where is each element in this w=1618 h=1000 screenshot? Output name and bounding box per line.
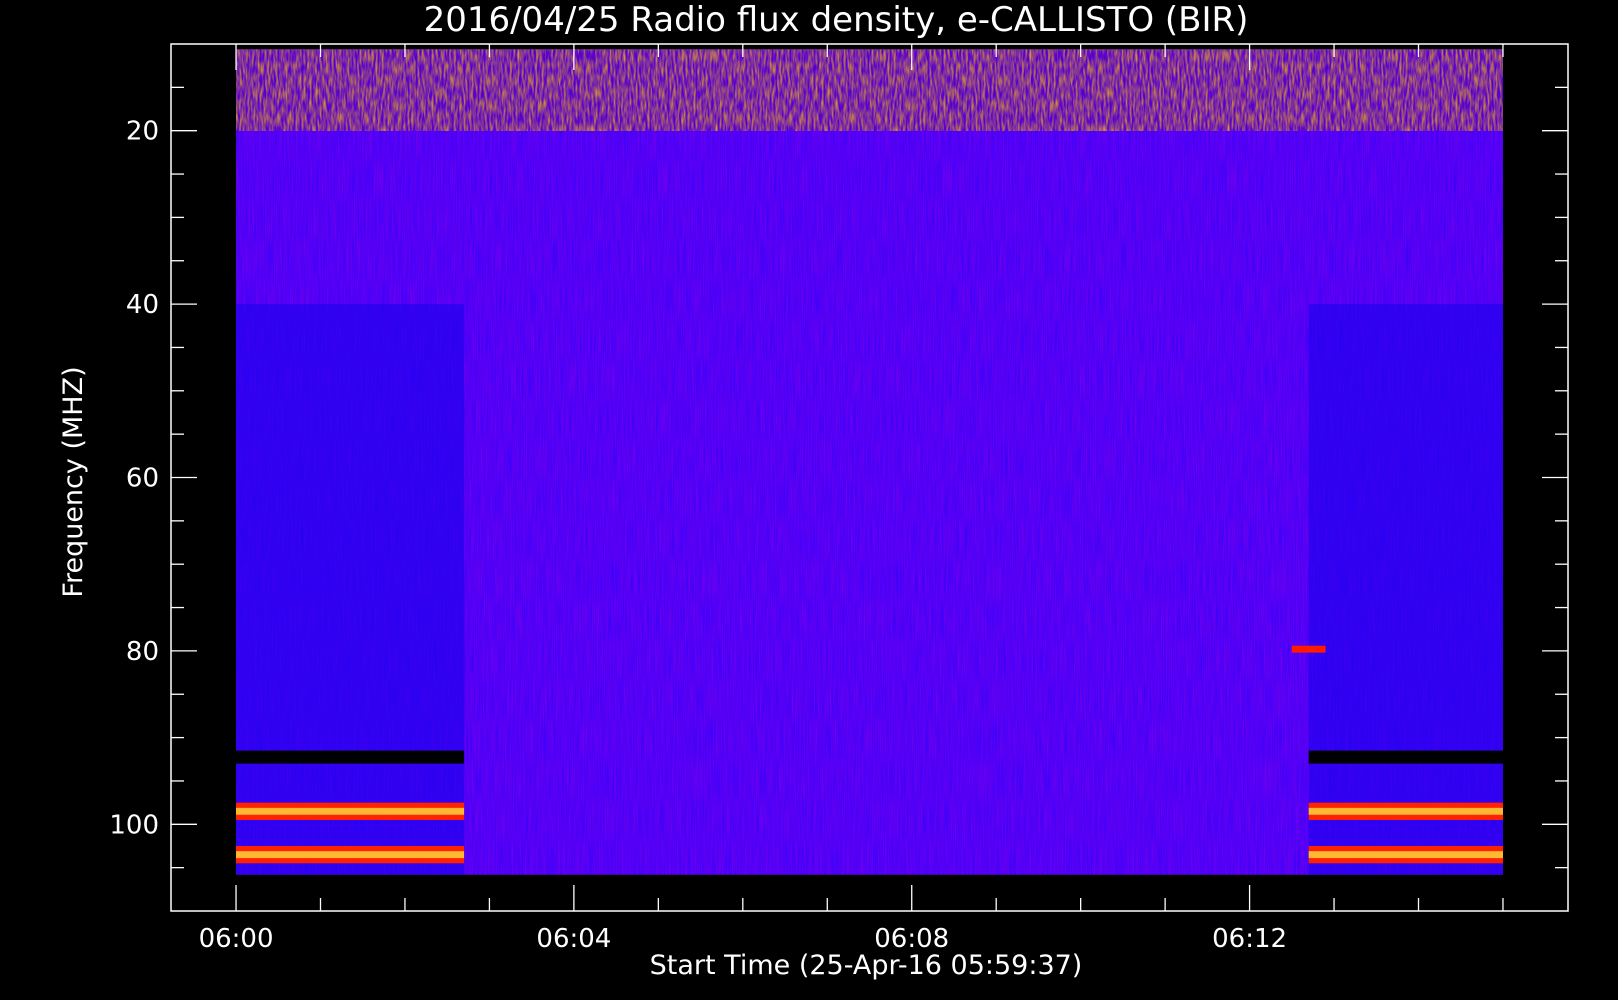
- spectrogram-feature: [236, 851, 465, 859]
- y-tick-label: 20: [126, 117, 159, 147]
- spectrogram-chart: 2016/04/25 Radio flux density, e-CALLIST…: [58, 0, 1569, 981]
- x-tick-label: 06:04: [536, 924, 611, 954]
- spectrogram-feature: [236, 44, 1503, 50]
- y-tick-label: 80: [126, 637, 159, 667]
- spectrogram-feature: [236, 44, 1503, 131]
- spectrogram-feature: [1308, 807, 1503, 815]
- heatmap-plot-area: [236, 44, 1503, 875]
- x-axis-label: Start Time (25-Apr-16 05:59:37): [650, 950, 1083, 981]
- y-tick-label: 40: [126, 290, 159, 320]
- spectrogram-feature: [1308, 851, 1503, 859]
- spectrogram-feature: [236, 807, 465, 815]
- y-tick-label: 60: [126, 464, 159, 494]
- x-tick-label: 06:00: [199, 924, 274, 954]
- y-axis-label: Frequency (MHZ): [58, 366, 89, 597]
- spectrogram-feature: [1308, 750, 1503, 764]
- spectrogram-feature: [236, 750, 465, 764]
- chart-title: 2016/04/25 Radio flux density, e-CALLIST…: [424, 0, 1249, 40]
- x-tick-label: 06:12: [1212, 924, 1287, 954]
- side-panel-right: [1308, 304, 1503, 875]
- y-tick-label: 100: [109, 810, 159, 840]
- side-panel-left: [236, 304, 465, 875]
- spectrogram-feature: [1291, 645, 1326, 653]
